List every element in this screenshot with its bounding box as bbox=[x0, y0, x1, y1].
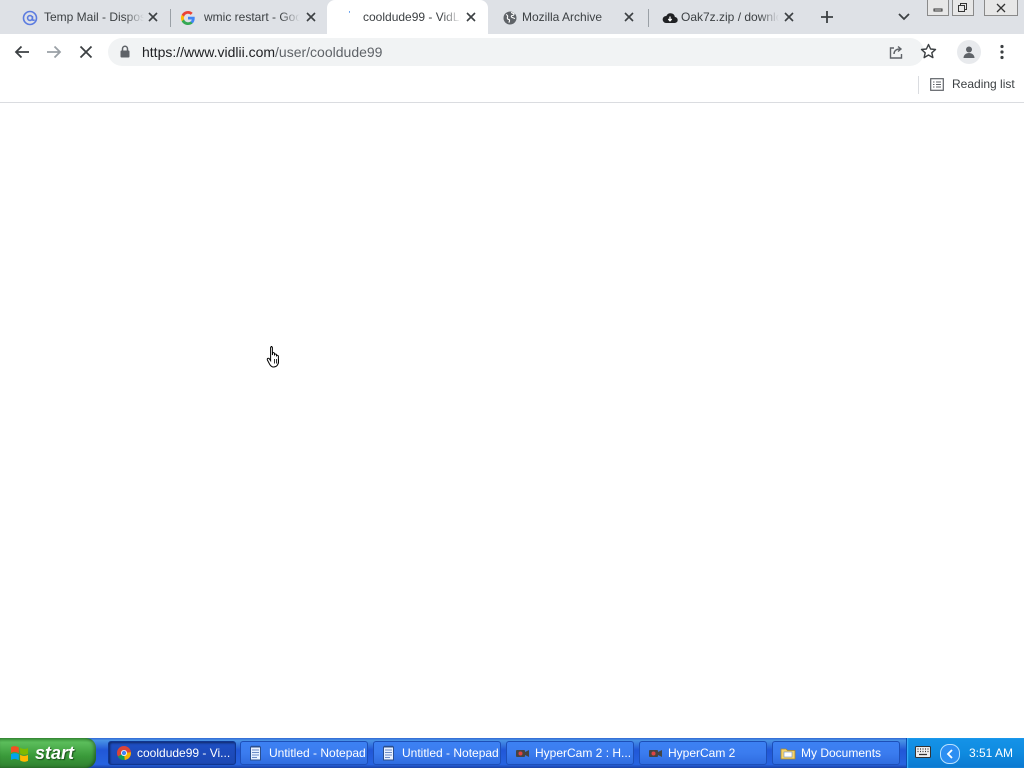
tab-google-search[interactable]: wmic restart - Google bbox=[166, 0, 326, 34]
new-tab-button[interactable] bbox=[816, 6, 838, 28]
lock-icon[interactable] bbox=[120, 45, 130, 58]
windows-logo-icon bbox=[11, 746, 28, 762]
close-window-button[interactable] bbox=[984, 0, 1018, 16]
windows-taskbar: start cooldude99 - Vi... Untitled - Note… bbox=[0, 738, 1024, 768]
minimize-button[interactable] bbox=[927, 0, 949, 16]
hypercam-icon bbox=[516, 750, 529, 757]
more-vertical-icon bbox=[1000, 44, 1004, 60]
taskbar-item-hypercam-help[interactable]: HyperCam 2 : H... bbox=[506, 741, 634, 765]
taskbar-item-label: Untitled - Notepad bbox=[402, 746, 499, 760]
minimize-icon bbox=[933, 8, 943, 11]
close-icon[interactable] bbox=[145, 9, 161, 25]
close-icon[interactable] bbox=[621, 9, 637, 25]
tab-temp-mail[interactable]: Temp Mail - Disposable bbox=[8, 0, 168, 34]
arrow-left-icon bbox=[14, 45, 29, 59]
tab-search-button[interactable] bbox=[894, 8, 914, 26]
close-icon bbox=[996, 3, 1006, 12]
stop-loading-button[interactable] bbox=[72, 38, 100, 66]
forward-button[interactable] bbox=[40, 38, 68, 66]
tab-title: Mozilla Archive bbox=[522, 10, 603, 24]
show-hidden-icons-button[interactable] bbox=[940, 744, 960, 764]
system-tray: 3:51 AM bbox=[906, 738, 1024, 768]
tab-oak7z-download[interactable]: Oak7z.zip / download bbox=[648, 0, 808, 34]
chevron-down-icon bbox=[898, 13, 910, 21]
close-icon[interactable] bbox=[463, 9, 479, 25]
start-button[interactable]: start bbox=[0, 738, 96, 768]
restore-button[interactable] bbox=[952, 0, 974, 16]
url-path: /user/cooldude99 bbox=[275, 44, 383, 60]
google-icon bbox=[180, 11, 195, 25]
taskbar-item-notepad-1[interactable]: Untitled - Notepad bbox=[240, 741, 368, 765]
star-bookmark-icon[interactable] bbox=[920, 43, 937, 60]
loading-spinner-icon bbox=[348, 10, 350, 14]
back-button[interactable] bbox=[8, 38, 36, 66]
person-icon bbox=[963, 46, 975, 58]
cloud-download-icon bbox=[662, 13, 678, 24]
taskbar-item-label: cooldude99 - Vi... bbox=[137, 746, 231, 760]
taskbar-item-label: My Documents bbox=[801, 746, 882, 760]
url-host: https://www.vidlii.com bbox=[142, 44, 276, 60]
close-icon bbox=[79, 45, 93, 59]
globe-icon bbox=[503, 11, 517, 25]
taskbar-item-label: HyperCam 2 bbox=[668, 746, 736, 760]
keyboard-icon[interactable] bbox=[915, 746, 931, 758]
tab-title: cooldude99 - VidLii bbox=[363, 10, 461, 24]
close-icon[interactable] bbox=[303, 9, 319, 25]
taskbar-item-label: Untitled - Notepad bbox=[269, 746, 366, 760]
tab-title: Oak7z.zip / download bbox=[681, 10, 779, 24]
taskbar-item-chrome[interactable]: cooldude99 - Vi... bbox=[108, 741, 236, 765]
address-bar[interactable]: https://www.vidlii.com/user/cooldude99 bbox=[108, 38, 937, 66]
url-text[interactable]: https://www.vidlii.com/user/cooldude99 bbox=[142, 44, 382, 60]
chevron-left-icon bbox=[946, 749, 953, 759]
start-label: start bbox=[35, 742, 75, 763]
tab-strip: Temp Mail - Disposable wmic restart - Go… bbox=[0, 0, 1024, 34]
bookmarks-bar: Reading list bbox=[0, 70, 1024, 103]
share-icon[interactable] bbox=[888, 44, 904, 60]
plus-icon bbox=[821, 11, 833, 23]
folder-icon bbox=[780, 748, 796, 760]
taskbar-item-hypercam[interactable]: HyperCam 2 bbox=[639, 741, 767, 765]
taskbar-item-my-documents[interactable]: My Documents bbox=[772, 741, 900, 765]
reading-list-label: Reading list bbox=[952, 77, 1015, 91]
clock[interactable]: 3:51 AM bbox=[969, 746, 1013, 760]
close-icon[interactable] bbox=[781, 9, 797, 25]
reading-list-icon bbox=[930, 77, 944, 91]
browser-menu-button[interactable] bbox=[993, 42, 1011, 62]
tab-title: wmic restart - Google bbox=[204, 10, 300, 24]
taskbar-item-notepad-2[interactable]: Untitled - Notepad bbox=[373, 741, 501, 765]
page-viewport[interactable] bbox=[0, 103, 1024, 737]
tab-vidlii-active[interactable]: cooldude99 - VidLii bbox=[327, 0, 488, 34]
window-controls bbox=[927, 0, 1018, 17]
hand-cursor-icon bbox=[266, 346, 279, 368]
notepad-icon bbox=[383, 745, 394, 761]
tab-mozilla-archive[interactable]: Mozilla Archive bbox=[488, 0, 648, 34]
bookmarks-separator bbox=[918, 76, 919, 94]
chrome-icon bbox=[117, 746, 131, 761]
arrow-right-icon bbox=[47, 45, 62, 59]
restore-icon bbox=[958, 3, 967, 12]
profile-button[interactable] bbox=[957, 40, 981, 64]
notepad-icon bbox=[250, 745, 261, 761]
tab-title: Temp Mail - Disposable bbox=[44, 10, 144, 24]
at-sign-icon bbox=[22, 10, 38, 26]
reading-list-button[interactable]: Reading list bbox=[930, 77, 1015, 91]
taskbar-item-label: HyperCam 2 : H... bbox=[535, 746, 632, 760]
hypercam-icon bbox=[649, 750, 662, 757]
